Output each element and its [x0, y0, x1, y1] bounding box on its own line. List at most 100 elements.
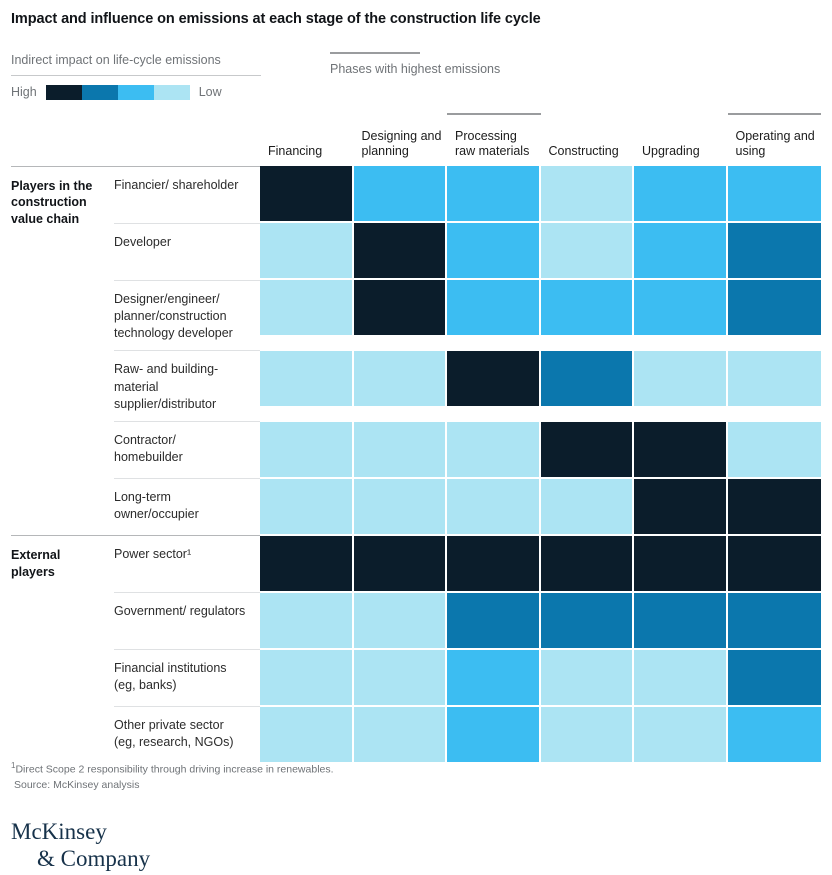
column-header-3: Constructing [548, 143, 619, 158]
heatmap-cell [540, 166, 634, 223]
heatmap-cell-fill-level-4 [260, 478, 354, 536]
heatmap-cell-fill-level-4 [353, 592, 447, 650]
heatmap-cell-fill-level-4 [260, 706, 354, 764]
heatmap-cell [353, 649, 447, 707]
heatmap-cell-fill-level-1 [634, 535, 728, 593]
logo-line-2: & Company [37, 846, 151, 872]
heatmap-cell-fill-level-4 [634, 706, 728, 764]
mckinsey-logo: McKinsey & Company [11, 818, 150, 872]
heatmap-cell [447, 280, 541, 351]
row-label: Long-term owner/occupier [114, 478, 260, 536]
table-row: Developer [11, 222, 821, 280]
heatmap-cell-fill-level-4 [447, 421, 541, 479]
row-label: Government/ regulators [114, 592, 260, 650]
legend-high-label: High [11, 85, 37, 99]
heatmap-cell [353, 166, 447, 223]
heatmap-cell-fill-level-1 [447, 350, 541, 408]
heatmap-cell [447, 478, 541, 536]
heatmap-cell [353, 478, 447, 536]
heatmap-cell [540, 592, 634, 650]
row-label: Other private sector (eg, research, NGOs… [114, 706, 260, 764]
heatmap-cell [727, 535, 821, 593]
heatmap-cell-fill-level-3 [353, 166, 447, 223]
legend-swatch-level-2 [81, 84, 118, 100]
heatmap-cell [540, 280, 634, 351]
heatmap-cell [540, 421, 634, 479]
legend-swatches [45, 84, 190, 100]
heatmap-cell [353, 706, 447, 764]
heatmap-cell [540, 649, 634, 707]
heatmap-cell [634, 592, 728, 650]
heatmap-cell-fill-level-3 [727, 166, 821, 223]
table-row: External players Power sector¹ [11, 535, 821, 764]
heatmap-cell-fill-level-1 [447, 535, 541, 593]
legend-swatch-level-4-low [153, 84, 190, 100]
heatmap-cell [447, 223, 541, 280]
table-row: Designer/engineer/ planner/construction … [11, 279, 821, 351]
heatmap-cell-fill-level-1 [353, 535, 447, 593]
heatmap-cell [727, 649, 821, 707]
heatmap-cell [447, 592, 541, 650]
table-row: Raw- and building-material supplier/dist… [11, 350, 821, 422]
row-label: Raw- and building-material supplier/dist… [114, 350, 260, 422]
highest-emissions-label: Phases with highest emissions [330, 62, 501, 76]
heatmap-cell-fill-level-3 [540, 280, 634, 337]
column-header-5: Operating and using [727, 113, 821, 166]
heatmap-cell-fill-level-1 [727, 535, 821, 593]
heatmap-cell-fill-level-4 [634, 649, 728, 707]
legend-scale: High Low [11, 84, 271, 100]
heatmap-cell [353, 421, 447, 479]
heatmap-cell-fill-level-3 [447, 223, 541, 280]
legend-low-label: Low [198, 85, 222, 99]
heatmap-cell-fill-level-4 [260, 223, 354, 280]
heatmap-cell [727, 166, 821, 223]
heatmap-cell-fill-level-1 [260, 166, 354, 223]
table-head: Financing Designing and planning Processin… [11, 113, 821, 166]
highest-emissions-marker-icon [330, 52, 420, 54]
footnote-source: Source: McKinsey analysis [14, 778, 140, 791]
heatmap-cell [260, 223, 354, 280]
header-row: Financing Designing and planning Processin… [11, 113, 821, 166]
heatmap-cell [634, 649, 728, 707]
column-header-0: Financing [268, 143, 323, 158]
heatmap-cell-fill-level-3 [447, 649, 541, 707]
legend-swatch-level-1-high [45, 84, 82, 100]
heatmap-cell [260, 592, 354, 650]
table-row: Long-term owner/occupier [11, 478, 821, 536]
heatmap-cell [260, 350, 354, 422]
heatmap-cell [727, 280, 821, 351]
heatmap-cell-fill-level-1 [540, 421, 634, 479]
table-row: Other private sector (eg, research, NGOs… [11, 706, 821, 764]
heatmap-cell [634, 535, 728, 593]
heatmap-cell [634, 706, 728, 764]
heatmap-matrix: Financing Designing and planning Processin… [11, 113, 821, 764]
heatmap-cell [447, 421, 541, 479]
column-header-1: Designing and planning [361, 128, 442, 158]
heatmap-cell [540, 706, 634, 764]
heatmap-cell [727, 421, 821, 479]
heatmap-cell-fill-level-2 [727, 223, 821, 280]
heatmap-cell [353, 280, 447, 351]
heatmap-cell-fill-level-1 [634, 421, 728, 479]
heatmap-cell-fill-level-2 [540, 592, 634, 650]
heatmap-cell [353, 223, 447, 280]
heatmap-cell-fill-level-4 [260, 421, 354, 479]
footnote-note: 1Direct Scope 2 responsibility through d… [11, 760, 611, 778]
heatmap-cell [447, 350, 541, 422]
row-label: Designer/engineer/ planner/construction … [114, 279, 260, 351]
heatmap-cell-fill-level-4 [353, 649, 447, 707]
heatmap-cell [727, 223, 821, 280]
legend-caption: Indirect impact on life-cycle emissions [11, 53, 221, 67]
heatmap-cell-fill-level-2 [727, 649, 821, 707]
column-header-4: Upgrading [642, 143, 700, 158]
page-title: Impact and influence on emissions at eac… [11, 11, 541, 27]
heatmap-cell-fill-level-4 [260, 280, 354, 337]
heatmap-cell-fill-level-4 [353, 421, 447, 479]
logo-line-1: McKinsey [11, 819, 107, 844]
heatmap-cell-fill-level-4 [727, 350, 821, 408]
table-row: Contractor/ homebuilder [11, 421, 821, 479]
column-header-2: Processing raw materials [447, 113, 541, 166]
chart-sheet: Impact and influence on emissions at eac… [0, 0, 832, 875]
footnote-note-text: Direct Scope 2 responsibility through dr… [15, 763, 334, 776]
heatmap-cell [447, 166, 541, 223]
